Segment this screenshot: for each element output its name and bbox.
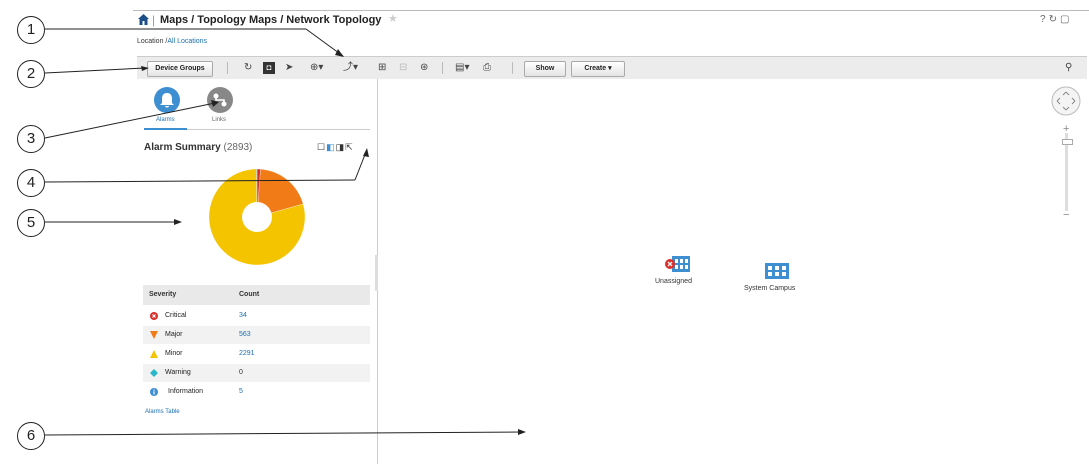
callout-4: 4 bbox=[17, 169, 45, 197]
callout-2: 2 bbox=[17, 60, 45, 88]
callout-5: 5 bbox=[17, 209, 45, 237]
callout-line-6 bbox=[44, 431, 523, 436]
callout-line-4 bbox=[44, 179, 356, 183]
callout-line-2 bbox=[44, 67, 146, 74]
callout-arrowheads bbox=[141, 49, 526, 435]
callout-1: 1 bbox=[17, 16, 45, 44]
callout-lines bbox=[44, 28, 526, 436]
callout-line-3 bbox=[44, 102, 216, 139]
callout-6: 6 bbox=[17, 422, 45, 450]
callout-3: 3 bbox=[17, 125, 45, 153]
